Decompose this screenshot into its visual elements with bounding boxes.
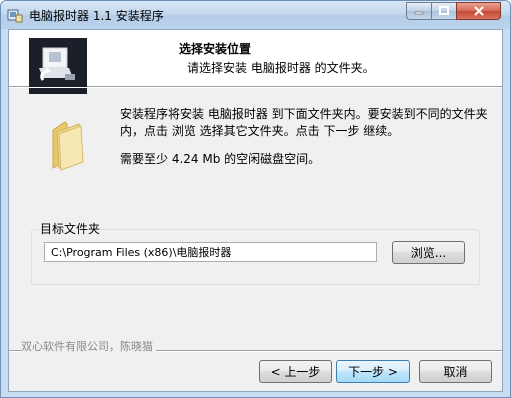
install-description: 安装程序将安装 电脑报时器 到下面文件夹内。要安装到不同的文件夹内，点击 浏览 … — [120, 107, 488, 138]
minimize-button[interactable] — [406, 2, 432, 20]
page-subtitle: 请选择安装 电脑报时器 的文件夹。 — [187, 61, 375, 75]
header-panel: 选择安装位置 请选择安装 电脑报时器 的文件夹。 — [9, 30, 502, 94]
cancel-button[interactable]: 取消 — [419, 360, 492, 383]
install-path-input[interactable] — [44, 242, 377, 262]
client-area: 选择安装位置 请选择安装 电脑报时器 的文件夹。 安装程序将安装 电脑报时器 到… — [8, 29, 503, 392]
back-button[interactable]: < 上一步 — [259, 360, 332, 383]
install-disk-logo-icon — [29, 38, 87, 94]
title-bar[interactable]: 电脑报时器 1.1 安装程序 — [1, 1, 510, 29]
destination-group-label: 目标文件夹 — [39, 220, 102, 237]
installer-icon — [7, 9, 23, 23]
space-required-text: 需要至少 4.24 Mb 的空闲磁盘空间。 — [120, 152, 321, 166]
close-icon — [473, 6, 484, 16]
page-title: 选择安装位置 — [179, 42, 252, 56]
close-button[interactable] — [456, 2, 501, 20]
maximize-icon — [439, 6, 449, 15]
next-button[interactable]: 下一步 > — [336, 360, 410, 383]
maximize-button[interactable] — [431, 2, 457, 20]
browse-button[interactable]: 浏览... — [392, 241, 465, 264]
folder-icon — [52, 121, 84, 171]
installer-window: 电脑报时器 1.1 安装程序 选择安装位置 请选择安装 电脑报时器 的文件夹。 — [0, 0, 511, 398]
branding-text: 双心软件有限公司，陈晓猫 — [21, 338, 156, 354]
header-divider — [9, 87, 502, 88]
window-title: 电脑报时器 1.1 安装程序 — [29, 9, 164, 23]
minimize-icon — [414, 11, 424, 15]
